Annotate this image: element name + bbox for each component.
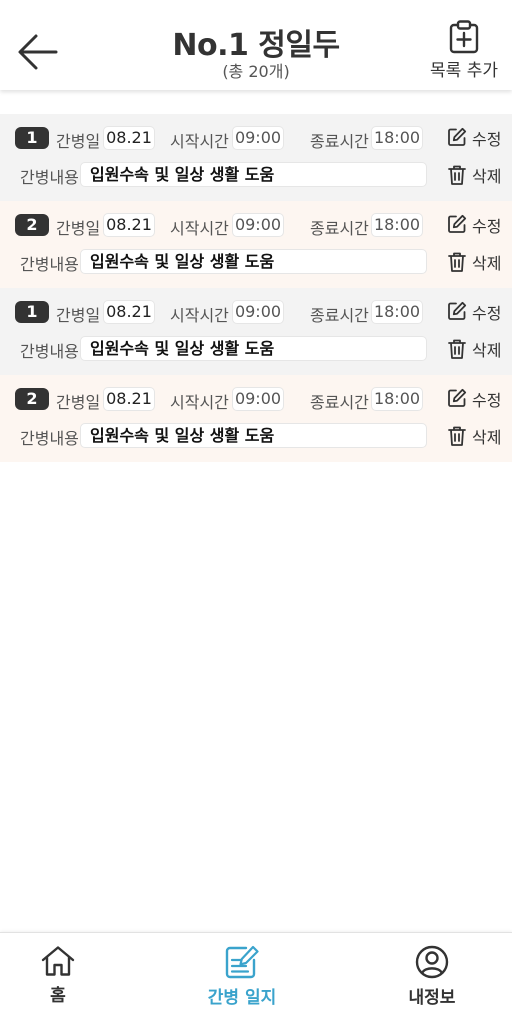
care-content-field[interactable]: 입원수속 및 일상 생활 도움 [80,162,427,187]
end-time-value[interactable]: 18:00 [371,213,423,237]
care-content-label: 간병내용 [20,342,79,361]
delete-label: 삭제 [472,167,502,186]
record-content-row: 간병내용 입원수속 및 일상 생활 도움 삭제 [20,249,502,275]
care-date-value[interactable]: 08.21 [103,126,155,150]
user-circle-icon [415,945,449,979]
home-icon [41,946,75,976]
record-content-row: 간병내용 입원수속 및 일상 생활 도움 삭제 [20,423,502,449]
record-row: 1 간병일 08.21 시작시간 09:00 종료시간 18:00 수정 간병내… [0,288,512,375]
end-time-value[interactable]: 18:00 [371,387,423,411]
edit-label: 수정 [472,217,502,236]
care-date-value[interactable]: 08.21 [103,300,155,324]
edit-icon [448,214,467,233]
edit-icon [448,388,467,407]
journal-edit-icon [225,945,259,979]
nav-my-info[interactable]: 내정보 [372,945,492,1008]
trash-icon [448,426,466,446]
add-list-label: 목록 추가 [430,61,498,81]
care-content-field[interactable]: 입원수속 및 일상 생활 도움 [80,336,427,361]
care-date-label: 간병일 [56,132,101,151]
start-time-label: 시작시간 [170,306,229,325]
bottom-nav: 홈 간병 일지 내정보 [0,932,512,1024]
trash-icon [448,165,466,185]
end-time-label: 종료시간 [310,393,369,412]
delete-label: 삭제 [472,254,502,273]
record-row: 2 간병일 08.21 시작시간 09:00 종료시간 18:00 수정 간병내… [0,201,512,288]
edit-label: 수정 [472,130,502,149]
delete-label: 삭제 [472,428,502,447]
edit-button[interactable]: 수정 [447,299,502,325]
care-content-label: 간병내용 [20,168,79,187]
app-header: No.1 정일두 (총 20개) 목록 추가 [0,0,512,90]
end-time-label: 종료시간 [310,219,369,238]
care-date-label: 간병일 [56,219,101,238]
start-time-value[interactable]: 09:00 [232,213,284,237]
care-date-label: 간병일 [56,306,101,325]
nav-care-journal-label: 간병 일지 [207,988,277,1008]
edit-label: 수정 [472,304,502,323]
record-info-row: 2 간병일 08.21 시작시간 09:00 종료시간 18:00 수정 [15,386,502,412]
record-info-row: 2 간병일 08.21 시작시간 09:00 종료시간 18:00 수정 [15,212,502,238]
delete-button[interactable]: 삭제 [447,423,502,449]
record-content-row: 간병내용 입원수속 및 일상 생활 도움 삭제 [20,162,502,188]
delete-label: 삭제 [472,341,502,360]
start-time-value[interactable]: 09:00 [232,126,284,150]
record-row: 2 간병일 08.21 시작시간 09:00 종료시간 18:00 수정 간병내… [0,375,512,462]
clipboard-plus-icon [449,20,479,54]
edit-button[interactable]: 수정 [447,386,502,412]
nav-home-label: 홈 [50,986,66,1006]
care-content-label: 간병내용 [20,255,79,274]
care-content-field[interactable]: 입원수속 및 일상 생활 도움 [80,249,427,274]
care-date-value[interactable]: 08.21 [103,213,155,237]
delete-button[interactable]: 삭제 [447,162,502,188]
start-time-label: 시작시간 [170,393,229,412]
edit-icon [448,301,467,320]
care-content-field[interactable]: 입원수속 및 일상 생활 도움 [80,423,427,448]
edit-button[interactable]: 수정 [447,125,502,151]
nav-home[interactable]: 홈 [0,945,118,1006]
record-content-row: 간병내용 입원수속 및 일상 생활 도움 삭제 [20,336,502,362]
care-date-value[interactable]: 08.21 [103,387,155,411]
record-number-badge: 2 [15,388,49,410]
delete-button[interactable]: 삭제 [447,249,502,275]
end-time-label: 종료시간 [310,132,369,151]
end-time-value[interactable]: 18:00 [371,300,423,324]
start-time-label: 시작시간 [170,132,229,151]
record-info-row: 1 간병일 08.21 시작시간 09:00 종료시간 18:00 수정 [15,125,502,151]
start-time-value[interactable]: 09:00 [232,300,284,324]
record-number-badge: 1 [15,127,49,149]
edit-icon [448,127,467,146]
end-time-label: 종료시간 [310,306,369,325]
record-number-badge: 2 [15,214,49,236]
trash-icon [448,252,466,272]
edit-label: 수정 [472,391,502,410]
trash-icon [448,339,466,359]
care-date-label: 간병일 [56,393,101,412]
nav-care-journal[interactable]: 간병 일지 [182,945,302,1008]
record-info-row: 1 간병일 08.21 시작시간 09:00 종료시간 18:00 수정 [15,299,502,325]
delete-button[interactable]: 삭제 [447,336,502,362]
start-time-label: 시작시간 [170,219,229,238]
end-time-value[interactable]: 18:00 [371,126,423,150]
care-record-list: 1 간병일 08.21 시작시간 09:00 종료시간 18:00 수정 간병내… [0,114,512,462]
nav-my-info-label: 내정보 [408,988,456,1008]
record-row: 1 간병일 08.21 시작시간 09:00 종료시간 18:00 수정 간병내… [0,114,512,201]
add-list-button[interactable]: 목록 추가 [428,20,500,81]
record-number-badge: 1 [15,301,49,323]
start-time-value[interactable]: 09:00 [232,387,284,411]
care-content-label: 간병내용 [20,429,79,448]
edit-button[interactable]: 수정 [447,212,502,238]
